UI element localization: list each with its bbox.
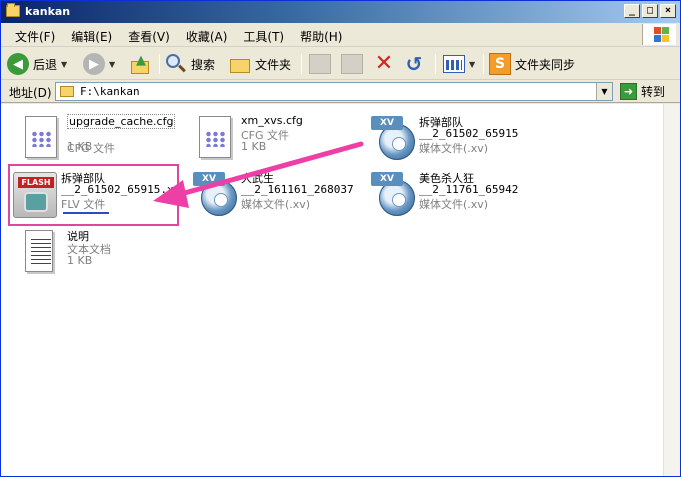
highlight-box xyxy=(8,164,179,226)
search-label: 搜索 xyxy=(191,57,216,72)
file-list[interactable]: upgrade_cache.cfg CFG 文件 1 KB xm_xvs.cfg… xyxy=(1,104,663,476)
copy-to-button[interactable] xyxy=(341,52,363,76)
forward-button[interactable]: ▶ ▼ xyxy=(83,52,115,76)
search-icon xyxy=(165,53,187,75)
go-label: 转到 xyxy=(641,85,666,99)
xv-media-icon: XV xyxy=(193,172,237,218)
window-title: kankan xyxy=(25,5,71,18)
file-item[interactable]: XV 大武生 __2_161161_268037 媒体文件(.xv) xyxy=(187,170,357,222)
go-arrow-icon: ➜ xyxy=(620,83,637,100)
menu-view[interactable]: 查看(V) xyxy=(120,28,178,45)
text-document-icon xyxy=(19,230,61,276)
go-button[interactable]: ➜ 转到 xyxy=(620,82,665,101)
back-arrow-icon: ◀ xyxy=(7,53,29,75)
move-to-button[interactable] xyxy=(309,52,331,76)
folders-label: 文件夹 xyxy=(255,57,292,72)
undo-icon: ↺ xyxy=(405,52,423,76)
cfg-file-icon xyxy=(19,116,61,162)
title-bar[interactable]: kankan _ □ × xyxy=(1,1,680,23)
maximize-button[interactable]: □ xyxy=(642,4,658,18)
menu-tools[interactable]: 工具(T) xyxy=(235,28,292,45)
cfg-file-icon xyxy=(193,116,235,162)
file-item[interactable]: 说明 文本文档 1 KB xyxy=(13,228,183,280)
back-button[interactable]: ◀ 后退 ▼ xyxy=(7,52,67,76)
file-type: 媒体文件(.xv) xyxy=(419,142,489,155)
file-size: 1 KB xyxy=(67,140,93,153)
file-item[interactable]: upgrade_cache.cfg CFG 文件 1 KB xyxy=(13,114,183,166)
file-size: 1 KB xyxy=(67,254,93,267)
file-subname: __2_11761_65942 xyxy=(419,183,519,196)
file-name: xm_xvs.cfg xyxy=(241,114,303,127)
menu-help[interactable]: 帮助(H) xyxy=(292,28,350,45)
file-item[interactable]: XV 拆弹部队 __2_61502_65915 媒体文件(.xv) xyxy=(365,114,535,166)
folder-icon xyxy=(60,86,74,97)
up-folder-icon: ▲ xyxy=(129,53,151,75)
file-item[interactable]: XV 美色杀人狂 __2_11761_65942 媒体文件(.xv) xyxy=(365,170,535,222)
delete-button[interactable]: ✕ xyxy=(373,52,395,76)
annotation-underline xyxy=(63,212,109,214)
folder-sync-label: 文件夹同步 xyxy=(515,57,576,72)
address-field[interactable]: F:\kankan ▼ xyxy=(55,82,613,101)
address-dropdown-icon[interactable]: ▼ xyxy=(596,83,612,100)
folder-sync-button[interactable]: S 文件夹同步 xyxy=(489,52,575,76)
file-subname: __2_161161_268037 xyxy=(241,183,354,196)
vertical-scrollbar[interactable] xyxy=(663,104,680,476)
menu-bar: 文件(F) 编辑(E) 查看(V) 收藏(A) 工具(T) 帮助(H) xyxy=(1,23,680,47)
file-item[interactable]: xm_xvs.cfg CFG 文件 1 KB xyxy=(187,114,357,166)
forward-dropdown-icon[interactable]: ▼ xyxy=(109,60,115,69)
xv-media-icon: XV xyxy=(371,172,415,218)
address-label: 地址(D) xyxy=(9,86,52,100)
file-type: 媒体文件(.xv) xyxy=(241,198,311,211)
toolbar: ◀ 后退 ▼ ▶ ▼ ▲ 搜索 文件夹 ✕ ↺ ▼ S 文件夹同步 xyxy=(1,48,680,80)
forward-arrow-icon: ▶ xyxy=(83,53,105,75)
up-button[interactable]: ▲ xyxy=(129,52,151,76)
file-subname: __2_61502_65915 xyxy=(419,127,519,140)
address-value: F:\kankan xyxy=(80,85,140,98)
views-grid-icon xyxy=(443,55,465,73)
search-button[interactable]: 搜索 xyxy=(165,52,215,76)
minimize-button[interactable]: _ xyxy=(624,4,640,18)
folders-icon xyxy=(229,54,251,74)
delete-x-icon: ✕ xyxy=(374,51,394,76)
folder-icon xyxy=(6,3,20,17)
menu-file[interactable]: 文件(F) xyxy=(7,28,63,45)
file-type: 媒体文件(.xv) xyxy=(419,198,489,211)
back-dropdown-icon[interactable]: ▼ xyxy=(61,60,67,69)
back-label: 后退 xyxy=(33,57,58,72)
menu-edit[interactable]: 编辑(E) xyxy=(63,28,120,45)
file-size: 1 KB xyxy=(241,140,267,153)
explorer-window: kankan _ □ × 文件(F) 编辑(E) 查看(V) 收藏(A) 工具(… xyxy=(0,0,681,477)
copy-to-icon xyxy=(341,54,363,74)
move-to-icon xyxy=(309,54,331,74)
address-bar: 地址(D) F:\kankan ▼ ➜ 转到 xyxy=(1,81,680,103)
views-dropdown-icon[interactable]: ▼ xyxy=(469,60,475,69)
folders-button[interactable]: 文件夹 xyxy=(229,52,291,76)
windows-logo-icon xyxy=(642,24,676,45)
file-name: upgrade_cache.cfg xyxy=(67,114,176,129)
menu-favorites[interactable]: 收藏(A) xyxy=(178,28,236,45)
close-button[interactable]: × xyxy=(660,4,676,18)
sync-s-icon: S xyxy=(489,53,511,75)
views-button[interactable]: ▼ xyxy=(443,52,475,76)
undo-button[interactable]: ↺ xyxy=(403,52,425,76)
xv-media-icon: XV xyxy=(371,116,415,162)
